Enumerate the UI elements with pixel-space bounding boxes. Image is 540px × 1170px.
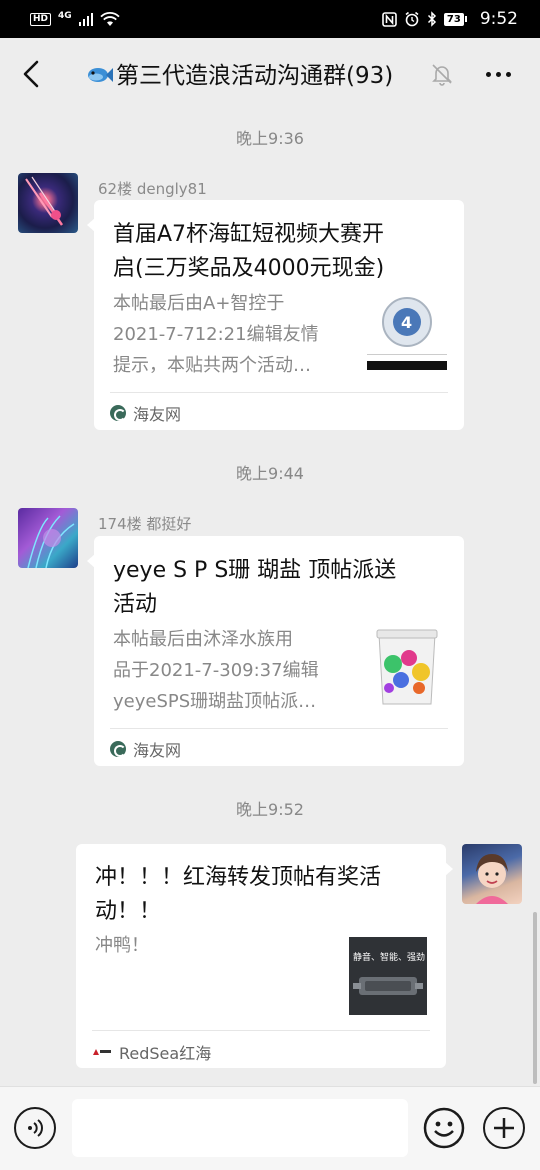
avatar[interactable] xyxy=(462,844,522,904)
clock: 9:52 xyxy=(479,9,518,29)
more-button[interactable] xyxy=(480,60,516,88)
card-description: 本帖最后由A+智控于 2021-7-712:21编辑友情 提示，本贴共两个活动… xyxy=(113,293,319,376)
card-thumbnail xyxy=(375,628,439,708)
avatar-image xyxy=(27,515,75,568)
card-title: 冲！！！红海转发顶帖有奖活 动！！ xyxy=(95,865,382,924)
link-card[interactable]: 首届A7杯海缸短视频大赛开 启(三万奖品及4000元现金) 本帖最后由A+智控于 2… xyxy=(87,200,464,430)
bell-off-icon[interactable] xyxy=(430,62,454,86)
status-bar: HD 4G 73 9:52 xyxy=(0,0,540,38)
card-thumbnail: 4 xyxy=(367,290,447,370)
hd-badge: HD xyxy=(30,12,52,26)
battery-icon: 73 xyxy=(443,12,467,26)
alarm-icon xyxy=(405,11,419,27)
site-logo-icon xyxy=(110,405,126,421)
plus-button[interactable] xyxy=(483,1107,525,1149)
voice-button[interactable] xyxy=(14,1107,56,1149)
scrollbar[interactable] xyxy=(533,912,537,1084)
fish-icon xyxy=(88,68,113,82)
redsea-logo-icon xyxy=(92,1048,112,1056)
card-description: 冲鸭！ xyxy=(95,935,149,956)
card-description: 本帖最后由沐泽水族用 品于2021-7-309:37编辑 yeyeSPS珊瑚盐顶帖派… xyxy=(113,629,319,712)
input-bar xyxy=(0,1086,540,1170)
timestamp: 晚上9:44 xyxy=(236,464,304,483)
avatar[interactable] xyxy=(18,173,78,233)
bluetooth-icon xyxy=(427,11,436,27)
card-divider xyxy=(110,392,448,393)
battery-level: 73 xyxy=(443,12,464,26)
network-label: 4G xyxy=(58,10,72,21)
chat-header: 第三代造浪活动沟通群(93) xyxy=(0,38,540,110)
avatar-image xyxy=(476,854,508,904)
card-source: 海友网 xyxy=(110,737,181,761)
sender-name: 62楼 dengly81 xyxy=(98,180,207,198)
back-button[interactable] xyxy=(14,54,48,94)
wifi-icon xyxy=(100,11,120,26)
signal-icon xyxy=(78,12,94,26)
site-logo-icon xyxy=(110,741,126,757)
svg-text:4: 4 xyxy=(401,313,412,332)
card-source: 海友网 xyxy=(110,401,181,425)
chat-title[interactable]: 第三代造浪活动沟通群(93) xyxy=(86,56,393,90)
chat-title-text: 第三代造浪活动沟通群(93) xyxy=(116,63,394,89)
emoji-icon[interactable] xyxy=(423,1107,465,1149)
voice-icon xyxy=(28,1119,43,1137)
card-title: 首届A7杯海缸短视频大赛开 启(三万奖品及4000元现金) xyxy=(113,222,385,281)
avatar-image xyxy=(25,176,64,226)
card-source: RedSea红海 xyxy=(92,1040,211,1064)
link-card[interactable]: yeye S P S珊 瑚盐 顶帖派送 活动 本帖最后由沐泽水族用 品于2021-7… xyxy=(87,536,464,766)
timestamp: 晚上9:36 xyxy=(236,129,304,148)
card-divider xyxy=(110,728,448,729)
plus-icon xyxy=(494,1118,514,1138)
card-title: yeye S P S珊 瑚盐 顶帖派送 活动 xyxy=(113,558,397,617)
sender-name: 174楼 都挺好 xyxy=(98,515,192,533)
card-divider xyxy=(92,1030,430,1031)
card-thumbnail: 静音、智能、强劲 xyxy=(349,937,427,1015)
chevron-left-icon xyxy=(23,60,39,88)
message-input[interactable] xyxy=(72,1099,408,1157)
link-card[interactable]: 冲！！！红海转发顶帖有奖活 动！！ 冲鸭！ 静音、智能、强劲 RedSea红海 xyxy=(76,844,453,1068)
timestamp: 晚上9:52 xyxy=(236,800,304,819)
nfc-icon xyxy=(382,11,397,27)
avatar[interactable] xyxy=(18,508,78,568)
